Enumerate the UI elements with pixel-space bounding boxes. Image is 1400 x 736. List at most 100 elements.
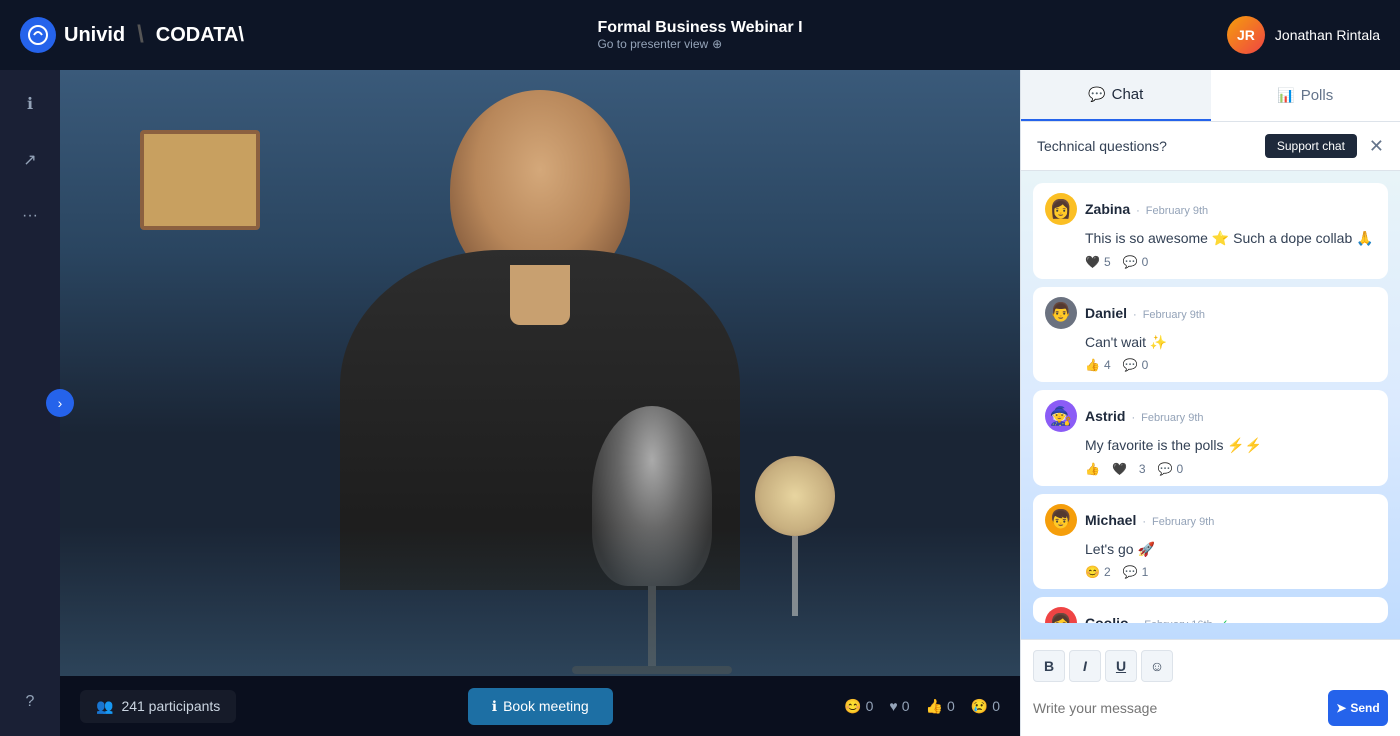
message-text: Can't wait ✨: [1085, 333, 1376, 353]
send-button[interactable]: ➤ Send: [1328, 690, 1388, 726]
message-header: 🧙 Astrid · February 9th: [1045, 400, 1376, 432]
polls-tab-icon: 📊: [1277, 87, 1294, 104]
reaction-sad[interactable]: 😢0: [971, 698, 1000, 715]
list-item: 👩 Zabina · February 9th This is so aweso…: [1033, 183, 1388, 279]
reaction-thumbsup[interactable]: 👍: [1085, 462, 1100, 476]
chat-tab-icon: 💬: [1088, 86, 1105, 103]
reaction-comment[interactable]: 💬 0: [1123, 255, 1149, 269]
emoji-button[interactable]: ☺: [1141, 650, 1173, 682]
book-meeting-icon: ℹ: [492, 698, 497, 715]
message-meta: Coolio · February 16th ✓: [1085, 615, 1229, 623]
message-header: 👨 Daniel · February 9th: [1045, 297, 1376, 329]
participants-count: 👥 241 participants: [80, 690, 236, 723]
expand-sidebar-button[interactable]: ›: [46, 389, 74, 417]
underline-button[interactable]: U: [1105, 650, 1137, 682]
header-center: Formal Business Webinar I Go to presente…: [597, 19, 802, 51]
reactions-bar: 😊0 ♥0 👍0 😢0: [844, 698, 1000, 715]
reaction-comment[interactable]: 💬 0: [1123, 358, 1149, 372]
share-icon[interactable]: ↗: [12, 142, 48, 178]
message-meta: Michael · February 9th: [1085, 512, 1214, 528]
reaction-comment[interactable]: 💬 1: [1123, 565, 1149, 579]
participants-label: 241 participants: [121, 698, 220, 714]
avatar: 👩: [1045, 193, 1077, 225]
message-date: February 16th: [1144, 619, 1212, 623]
message-author: Michael: [1085, 512, 1136, 528]
left-sidebar: ℹ ↗ ··· › ?: [0, 70, 60, 736]
message-author: Coolio: [1085, 615, 1129, 623]
avatar: 👩: [1045, 607, 1077, 623]
list-item: 🧙 Astrid · February 9th My favorite is t…: [1033, 390, 1388, 486]
more-icon[interactable]: ···: [12, 198, 48, 234]
presenter-view-link[interactable]: Go to presenter view ⊕: [597, 37, 802, 51]
info-icon[interactable]: ℹ: [12, 86, 48, 122]
chat-messages: 👩 Zabina · February 9th This is so aweso…: [1021, 171, 1400, 639]
italic-button[interactable]: I: [1069, 650, 1101, 682]
message-text: This is so awesome ⭐ Such a dope collab …: [1085, 229, 1376, 249]
reaction-count: 3: [1139, 462, 1146, 476]
message-reactions: 😊 2 💬 1: [1085, 565, 1376, 579]
reaction-thumbs-up[interactable]: 👍0: [926, 698, 955, 715]
chat-header: Technical questions? Support chat ✕: [1021, 122, 1400, 171]
reaction-heart[interactable]: ♥0: [889, 698, 909, 714]
chat-panel: 💬 Chat 📊 Polls Technical questions? Supp…: [1020, 70, 1400, 736]
message-reactions: 🖤 5 💬 0: [1085, 255, 1376, 269]
header-right: JR Jonathan Rintala: [1227, 16, 1380, 54]
message-date: February 9th: [1146, 205, 1208, 217]
message-date: February 9th: [1141, 412, 1203, 424]
logo-separator: \: [137, 21, 144, 49]
picture-frame: [140, 130, 260, 230]
logo: Univid \ CODATA\: [20, 17, 244, 53]
video-toolbar: 👥 241 participants ℹ Book meeting 😊0 ♥0 …: [60, 676, 1020, 736]
logo-icon: [20, 17, 56, 53]
reaction-heart[interactable]: 🖤: [1112, 462, 1127, 476]
chat-tabs: 💬 Chat 📊 Polls: [1021, 70, 1400, 122]
webinar-title: Formal Business Webinar I: [597, 19, 802, 37]
book-meeting-button[interactable]: ℹ Book meeting: [468, 688, 613, 725]
reaction-thumbsup[interactable]: 👍 4: [1085, 358, 1111, 372]
message-meta: Zabina · February 9th: [1085, 201, 1208, 217]
chat-input-area: B I U ☺ ➤ Send: [1021, 639, 1400, 736]
close-button[interactable]: ✕: [1369, 136, 1384, 157]
video-container: 👥 241 participants ℹ Book meeting 😊0 ♥0 …: [60, 70, 1020, 736]
lamp: [770, 456, 820, 616]
message-reactions: 👍 4 💬 0: [1085, 358, 1376, 372]
video-main: [60, 70, 1020, 676]
participants-icon: 👥: [96, 698, 113, 715]
company-name: CODATA\: [156, 24, 244, 47]
tab-polls[interactable]: 📊 Polls: [1211, 70, 1400, 121]
message-date: February 9th: [1143, 309, 1205, 321]
tab-chat[interactable]: 💬 Chat: [1021, 70, 1211, 121]
message-input[interactable]: [1033, 700, 1320, 716]
message-meta: Daniel · February 9th: [1085, 305, 1205, 321]
message-text: My favorite is the polls ⚡⚡: [1085, 436, 1376, 456]
reaction-smiley[interactable]: 😊0: [844, 698, 873, 715]
message-text: Let's go 🚀: [1085, 540, 1376, 560]
avatar: 🧙: [1045, 400, 1077, 432]
reaction-heart[interactable]: 🖤 5: [1085, 255, 1111, 269]
list-item: 👩 Coolio · February 16th ✓: [1033, 597, 1388, 623]
reaction-comment[interactable]: 💬 0: [1158, 462, 1184, 476]
message-author: Daniel: [1085, 305, 1127, 321]
input-row: ➤ Send: [1033, 690, 1388, 726]
user-name: Jonathan Rintala: [1275, 27, 1380, 43]
microphone: [572, 406, 732, 656]
checkmark-icon: ✓: [1219, 617, 1229, 623]
message-reactions: 👍 🖤 3 💬 0: [1085, 462, 1376, 476]
avatar: 👦: [1045, 504, 1077, 536]
reaction-smiley[interactable]: 😊 2: [1085, 565, 1111, 579]
tab-chat-label: Chat: [1112, 86, 1144, 103]
header: Univid \ CODATA\ Formal Business Webinar…: [0, 0, 1400, 70]
presenter-view-icon: ⊕: [712, 37, 722, 51]
message-header: 👩 Zabina · February 9th: [1045, 193, 1376, 225]
logo-text: Univid: [64, 24, 125, 47]
support-chat-button[interactable]: Support chat: [1265, 134, 1357, 158]
message-author: Zabina: [1085, 201, 1130, 217]
message-meta: Astrid · February 9th: [1085, 408, 1204, 424]
send-icon: ➤: [1336, 701, 1346, 715]
avatar: 👨: [1045, 297, 1077, 329]
bold-button[interactable]: B: [1033, 650, 1065, 682]
help-icon[interactable]: ?: [12, 684, 48, 720]
tab-polls-label: Polls: [1301, 87, 1334, 104]
main-layout: ℹ ↗ ··· › ?: [0, 70, 1400, 736]
list-item: 👦 Michael · February 9th Let's go 🚀 😊 2 …: [1033, 494, 1388, 590]
